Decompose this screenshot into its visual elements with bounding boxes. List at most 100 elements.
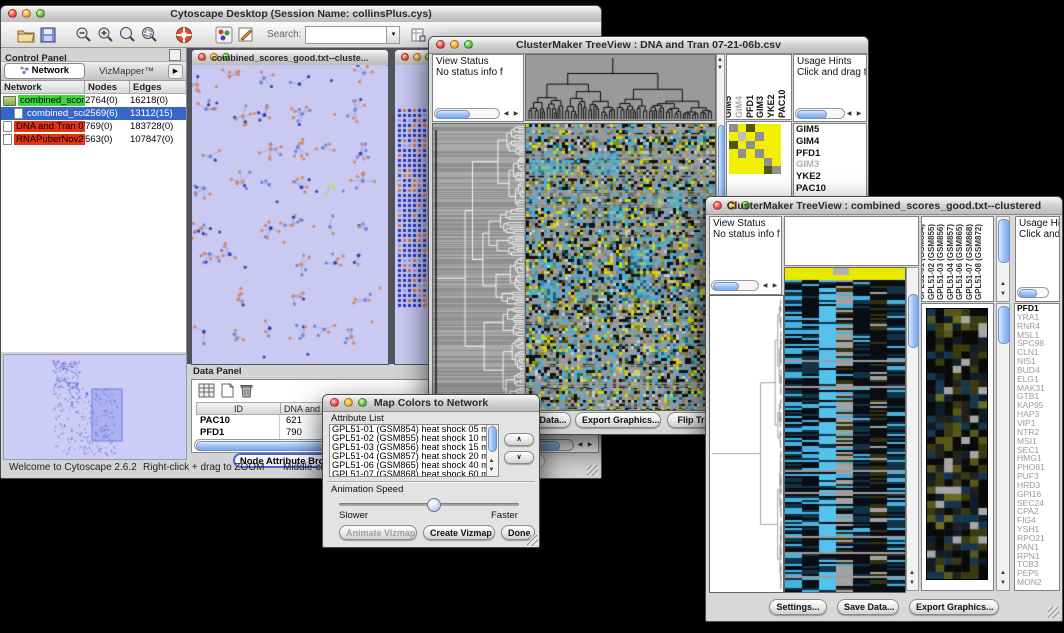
usage-hints-hscrollbar[interactable] — [795, 108, 845, 119]
new-page-icon[interactable] — [221, 383, 234, 403]
scroll-left-icon[interactable]: ◀ — [844, 109, 854, 119]
move-up-button[interactable]: ∧ — [504, 433, 534, 446]
column-label[interactable]: GPL51-01 (GSM854) — [921, 224, 926, 300]
scroll-up-icon[interactable]: ▲ — [907, 568, 917, 578]
zoom-fit-icon[interactable] — [139, 24, 161, 46]
table-icon[interactable] — [198, 383, 215, 403]
gene-label[interactable]: YKE2 — [794, 171, 866, 183]
gene-label[interactable]: GIM5 — [794, 124, 866, 136]
attribute-item[interactable]: GPL51-07 (GSM868) heat shock 60 min — [330, 470, 498, 477]
animate-vizmap-button[interactable]: Animate Vizmap — [339, 525, 417, 540]
tab-vizmapper[interactable]: VizMapper™ — [87, 66, 166, 77]
scroll-right-icon[interactable]: ▶ — [854, 109, 864, 119]
row-dendrogram[interactable] — [432, 123, 526, 411]
network-tree-row[interactable]: RNAPuberNov2+ 563(0) 107847(0) — [1, 133, 186, 146]
heatmap-vscrollbar[interactable]: ▲ ▼ — [906, 267, 919, 591]
column-label[interactable]: GPL51-08 (GSM872) — [974, 224, 983, 300]
scroll-left-icon[interactable]: ◀ — [501, 109, 511, 119]
treeview-dna-title-bar[interactable]: ClusterMaker TreeView : DNA and Tran 07-… — [429, 37, 868, 54]
scroll-right-icon[interactable]: ▶ — [770, 281, 780, 291]
move-down-button[interactable]: ∨ — [504, 451, 534, 464]
column-label[interactable]: GPL51-03 (GSM856) — [936, 224, 945, 300]
network-tree-row[interactable]: combined_scores 2764(0) 16218(0) — [1, 94, 186, 107]
gene-label[interactable]: PAC10 — [794, 183, 866, 195]
zoom-heatmap-canvas[interactable] — [926, 308, 988, 580]
gene-label[interactable]: GIM3 — [794, 159, 866, 171]
scroll-up-icon[interactable]: ▲ — [998, 279, 1008, 289]
view-status-hscrollbar[interactable] — [711, 280, 759, 291]
usage-hints-hscrollbar[interactable] — [1017, 287, 1049, 298]
annotation-icon[interactable] — [235, 24, 257, 46]
search-dropdown-icon[interactable]: ▾ — [387, 26, 400, 44]
gene-label[interactable]: PFD1 — [794, 148, 866, 160]
search-input[interactable] — [305, 26, 387, 44]
column-label[interactable]: GIM4 — [734, 96, 744, 118]
save-data-button[interactable]: Save Data... — [837, 599, 899, 615]
column-label[interactable]: GIM3 — [755, 96, 765, 118]
network-tree-row[interactable]: DNA and Tran 07 769(0) 183728(0) — [1, 120, 186, 133]
heatmap-canvas[interactable] — [784, 267, 906, 593]
create-vizmap-button[interactable]: Create Vizmap — [423, 525, 495, 540]
treeview-combined-window: ClusterMaker TreeView : combined_scores_… — [705, 196, 1063, 622]
float-panel-icon[interactable] — [169, 49, 181, 61]
scroll-left-icon[interactable]: ◀ — [760, 281, 770, 291]
export-graphics-button[interactable]: Export Graphics... — [909, 599, 999, 615]
row-dendrogram[interactable] — [709, 295, 784, 593]
gene-label[interactable]: GIM4 — [794, 136, 866, 148]
slider-thumb[interactable] — [427, 498, 441, 512]
column-dendrogram[interactable] — [525, 54, 716, 121]
resize-grip[interactable] — [1048, 607, 1059, 618]
treeview-combined-title-bar[interactable]: ClusterMaker TreeView : combined_scores_… — [706, 197, 1062, 215]
resize-grip[interactable] — [587, 465, 598, 476]
column-label[interactable]: GPL51-04 (GSM857) — [946, 224, 955, 300]
export-graphics-button[interactable]: Export Graphics... — [575, 412, 661, 428]
scroll-down-icon[interactable]: ▼ — [487, 465, 496, 475]
resize-grip[interactable] — [527, 535, 538, 546]
column-label[interactable]: GPL51-06 (GSM865) — [955, 224, 964, 300]
zoom-selected-icon[interactable] — [117, 24, 139, 46]
main-title-bar[interactable]: Cytoscape Desktop (Session Name: collins… — [1, 6, 601, 23]
network-overview-thumbnail[interactable] — [3, 354, 187, 460]
scroll-down-icon[interactable]: ▼ — [716, 63, 724, 73]
zoom-heatmap-vscrollbar[interactable]: ▲ ▼ — [996, 303, 1010, 591]
help-lifering-icon[interactable] — [173, 24, 195, 46]
scroll-up-icon[interactable]: ▲ — [998, 568, 1008, 578]
column-label[interactable]: GIM5 — [726, 96, 733, 118]
open-folder-icon[interactable] — [15, 24, 37, 46]
column-label[interactable]: GPL51-07 (GSM868) — [965, 224, 974, 300]
save-icon[interactable] — [37, 24, 59, 46]
column-label[interactable]: YKE2 — [766, 94, 776, 118]
column-label[interactable]: PFD1 — [745, 95, 755, 118]
minimize-icon[interactable] — [413, 53, 421, 61]
matrix-cell — [738, 158, 747, 166]
scroll-right-icon[interactable]: ▶ — [585, 440, 595, 450]
zoom-out-icon[interactable] — [73, 24, 95, 46]
column-label[interactable]: GPL51-02 (GSM855) — [927, 224, 936, 300]
scroll-left-icon[interactable]: ◀ — [575, 440, 585, 450]
view-status-hscrollbar[interactable] — [434, 108, 500, 119]
column-label[interactable]: PAC10 — [777, 90, 787, 118]
animation-speed-slider[interactable] — [339, 503, 519, 506]
gene-label[interactable]: MON2 — [1015, 578, 1059, 587]
network-tree-row[interactable]: combined_sco 2569(6) 13112(15) — [1, 107, 186, 120]
attribute-list-vscrollbar[interactable]: ▲ ▼ — [486, 425, 498, 476]
trash-icon[interactable] — [240, 383, 253, 403]
scroll-down-icon[interactable]: ▼ — [998, 289, 1008, 299]
network-view1-title-bar[interactable]: combined_scores_good.txt--cluste... — [192, 50, 388, 66]
map-colors-title-bar[interactable]: Map Colors to Network — [323, 395, 539, 412]
vizmapper-icon[interactable] — [213, 24, 235, 46]
zoom-in-icon[interactable] — [95, 24, 117, 46]
scroll-down-icon[interactable]: ▼ — [998, 578, 1008, 588]
column-labels-vscrollbar[interactable]: ▲ ▼ — [996, 216, 1010, 302]
scroll-right-icon[interactable]: ▶ — [511, 109, 521, 119]
column-dendrogram-panel[interactable] — [784, 216, 919, 266]
similarity-matrix[interactable] — [729, 124, 781, 174]
close-icon[interactable] — [401, 53, 409, 61]
network-view1-canvas[interactable] — [192, 65, 386, 363]
heatmap-canvas[interactable] — [525, 123, 716, 411]
main-window-title: Cytoscape Desktop (Session Name: collins… — [1, 8, 601, 20]
settings-button[interactable]: Settings... — [769, 599, 827, 615]
scroll-down-icon[interactable]: ▼ — [907, 578, 917, 588]
tab-network[interactable]: Network — [4, 63, 85, 79]
tabs-more-icon[interactable]: ▶ — [168, 64, 183, 79]
